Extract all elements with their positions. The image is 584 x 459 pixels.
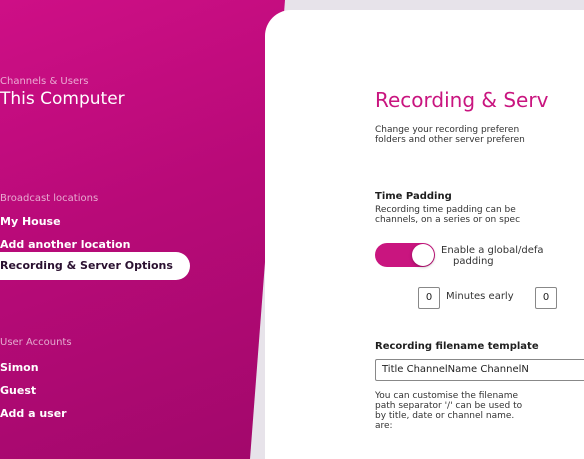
filename-template-heading: Recording filename template (375, 341, 539, 352)
sidebar-section-label-users: User Accounts (0, 337, 72, 348)
intro-text-line-1: Change your recording preferen (375, 125, 520, 135)
sidebar-item-my-house[interactable]: My House (0, 215, 61, 228)
settings-panel: Recording & Serv Change your recording p… (265, 10, 584, 459)
sidebar-item-user-simon[interactable]: Simon (0, 361, 39, 374)
page-title: Recording & Serv (375, 88, 549, 112)
toggle-label-line-1: Enable a global/defa (441, 245, 544, 256)
sidebar-item-add-location[interactable]: Add another location (0, 238, 130, 251)
intro-text-line-2: folders and other server preferen (375, 135, 525, 145)
minutes-early-input[interactable]: 0 (418, 287, 440, 309)
filename-help-line-2: path separator '/' can be used to (375, 401, 523, 411)
toggle-knob (412, 244, 434, 266)
time-padding-text-line-2: channels, on a series or on spec (375, 215, 521, 225)
sidebar-section-label: Channels & Users (0, 76, 89, 87)
sidebar-item-add-user[interactable]: Add a user (0, 407, 67, 420)
sidebar-item-recording-server-options[interactable]: Recording & Server Options (0, 252, 190, 280)
minutes-late-input[interactable]: 0 (535, 287, 557, 309)
toggle-label-line-2: padding (453, 256, 494, 267)
filename-help-line-3: by title, date or channel name. (375, 411, 515, 421)
minutes-early-label: Minutes early (446, 291, 514, 302)
global-padding-toggle[interactable] (375, 243, 435, 267)
filename-template-input[interactable]: Title ChannelName ChannelN (375, 359, 584, 381)
time-padding-heading: Time Padding (375, 191, 452, 202)
sidebar-section-label-locations: Broadcast locations (0, 193, 99, 204)
filename-help-line-1: You can customise the filename (375, 391, 518, 401)
sidebar-section-title: This Computer (0, 89, 125, 109)
time-padding-text-line-1: Recording time padding can be (375, 205, 516, 215)
filename-help-line-4: are: (375, 421, 393, 431)
sidebar-item-user-guest[interactable]: Guest (0, 384, 36, 397)
sidebar: Channels & Users This Computer Broadcast… (0, 0, 285, 459)
